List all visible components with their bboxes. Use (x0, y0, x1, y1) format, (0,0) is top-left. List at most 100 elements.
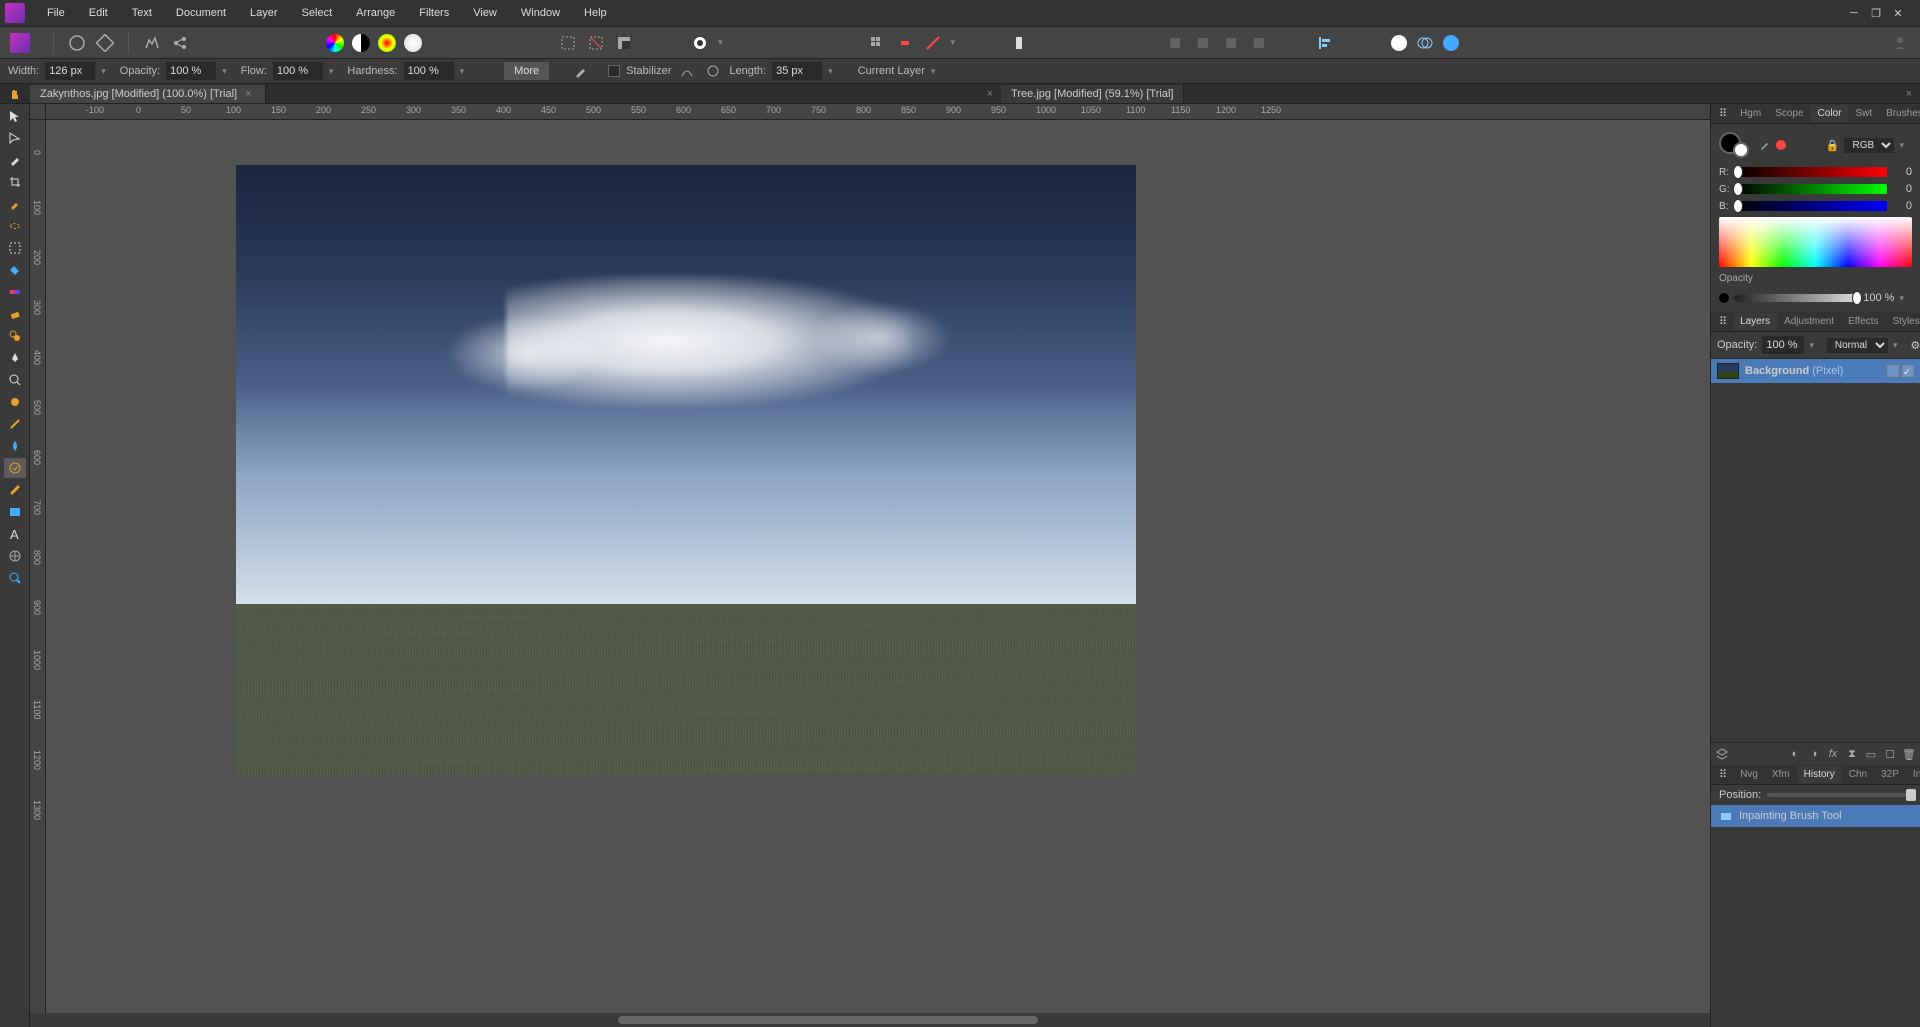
flood-fill-tool-icon[interactable] (4, 260, 26, 280)
liquify-persona-icon[interactable] (67, 33, 87, 53)
hardness-input[interactable] (404, 62, 454, 80)
tab-channels[interactable]: Chn (1842, 766, 1874, 783)
scrollbar-thumb[interactable] (618, 1016, 1038, 1024)
adjustment-layer-icon[interactable]: ◑ (1807, 747, 1821, 761)
hsl-adjustment-icon[interactable] (378, 34, 396, 52)
layer-stack-icon[interactable] (1715, 747, 1729, 761)
horizontal-ruler[interactable]: -100050 100150200 250300350 400450500 55… (46, 104, 1710, 120)
more-button[interactable]: More (504, 62, 549, 80)
dodge-tool-icon[interactable] (4, 392, 26, 412)
layer-visible-checkbox[interactable] (1902, 365, 1914, 377)
subtract-icon[interactable] (1443, 35, 1459, 51)
text-tool-icon[interactable]: A (4, 524, 26, 544)
chevron-down-icon[interactable]: ▾ (460, 66, 465, 77)
horizontal-scrollbar[interactable] (30, 1013, 1710, 1027)
align-left-icon[interactable] (1315, 33, 1335, 53)
menu-edit[interactable]: Edit (77, 1, 120, 25)
secondary-color-well[interactable] (1733, 142, 1749, 158)
chevron-down-icon[interactable]: ▾ (828, 66, 833, 77)
no-color-icon[interactable] (1776, 140, 1786, 150)
layer-fx-icon[interactable]: ⚙ (1910, 339, 1920, 352)
blend-mode-select[interactable]: Normal (1827, 338, 1888, 353)
ruler-origin[interactable] (30, 104, 46, 120)
menu-arrange[interactable]: Arrange (344, 1, 407, 25)
tab-layers[interactable]: Layers (1733, 313, 1777, 330)
selection-marquee-icon[interactable] (558, 33, 578, 53)
view-tool-icon[interactable] (4, 128, 26, 148)
rectangle-tool-icon[interactable] (4, 502, 26, 522)
target-dropdown[interactable]: Current Layer (858, 65, 925, 77)
b-slider[interactable] (1736, 201, 1887, 211)
grid-snap-icon[interactable] (867, 33, 887, 53)
stabilizer-mode-1-icon[interactable] (677, 61, 697, 81)
color-opacity-slider[interactable] (1734, 294, 1858, 302)
fx-layer-icon[interactable]: fx (1826, 747, 1840, 761)
intersect-icon[interactable] (1415, 33, 1435, 53)
tab-adjustment[interactable]: Adjustment (1777, 313, 1841, 330)
mesh-warp-tool-icon[interactable] (4, 546, 26, 566)
move-tool-icon[interactable] (4, 106, 26, 126)
maximize-button[interactable]: ❐ (1869, 6, 1883, 20)
selection-brush-tool-icon[interactable] (4, 216, 26, 236)
tab-histogram[interactable]: Hgm (1733, 105, 1768, 122)
brush-preset-icon[interactable] (571, 61, 591, 81)
chevron-down-icon[interactable]: ▾ (1899, 293, 1904, 304)
arrange-backward-icon[interactable] (1193, 33, 1213, 53)
assistant-icon[interactable] (1009, 33, 1029, 53)
lock-icon[interactable]: 🔒 (1826, 139, 1840, 152)
quick-mask-icon[interactable] (690, 33, 710, 53)
live-filter-icon[interactable]: ⧗ (1845, 747, 1859, 761)
eyedropper-icon[interactable] (1759, 139, 1771, 151)
document-tab-2[interactable]: Tree.jpg [Modified] (59.1%) [Trial] (1001, 85, 1184, 103)
layer-lock-checkbox[interactable] (1887, 365, 1899, 377)
erase-tool-icon[interactable] (4, 304, 26, 324)
selection-cancel-icon[interactable] (586, 33, 606, 53)
arrange-forward-icon[interactable] (1221, 33, 1241, 53)
tab-brushes[interactable]: Brushes (1879, 105, 1920, 122)
mask-layer-icon[interactable]: ◐ (1788, 747, 1802, 761)
healing-brush-tool-icon[interactable] (4, 480, 26, 500)
tab-close-icon[interactable]: × (1903, 88, 1915, 100)
menu-layer[interactable]: Layer (238, 1, 290, 25)
tab-history[interactable]: History (1797, 766, 1842, 783)
paint-brush-tool-icon[interactable] (4, 194, 26, 214)
tab-close-icon[interactable]: × (242, 88, 254, 100)
clone-tool-icon[interactable] (4, 326, 26, 346)
tab-info[interactable]: Info (1906, 766, 1920, 783)
tab-close-icon[interactable]: × (984, 88, 996, 100)
length-input[interactable] (772, 62, 822, 80)
canvas-viewport[interactable] (46, 120, 1710, 1013)
stabilizer-mode-2-icon[interactable] (703, 61, 723, 81)
stabilizer-checkbox[interactable] (608, 65, 620, 77)
gradient-tool-icon[interactable] (4, 282, 26, 302)
tab-effects[interactable]: Effects (1841, 313, 1885, 330)
hand-tool-icon[interactable] (5, 84, 25, 104)
chevron-down-icon[interactable]: ▾ (1809, 340, 1814, 351)
zoom-tool-icon[interactable] (4, 370, 26, 390)
persona-photo-icon[interactable] (10, 33, 30, 53)
menu-text[interactable]: Text (120, 1, 164, 25)
white-balance-icon[interactable] (404, 34, 422, 52)
canvas-image[interactable] (236, 165, 1136, 775)
chevron-down-icon[interactable]: ▾ (931, 66, 936, 77)
burn-tool-icon[interactable] (4, 414, 26, 434)
add-layer-button-icon[interactable]: ☐ (1883, 747, 1897, 761)
dropdown-chevron-icon[interactable]: ▾ (951, 37, 956, 48)
inpainting-brush-tool-icon[interactable] (4, 458, 26, 478)
tab-scope[interactable]: Scope (1768, 105, 1810, 122)
menu-filters[interactable]: Filters (407, 1, 461, 25)
close-button[interactable]: ✕ (1891, 6, 1905, 20)
history-item[interactable]: Inpainting Brush Tool (1711, 805, 1920, 827)
layer-opacity-input[interactable] (1762, 336, 1804, 354)
zoom-tool-2-icon[interactable] (4, 568, 26, 588)
tab-navigator[interactable]: Nvg (1733, 766, 1765, 783)
arrange-front-icon[interactable] (1249, 33, 1269, 53)
flow-input[interactable] (273, 62, 323, 80)
hue-saturation-picker[interactable] (1719, 217, 1912, 267)
menu-select[interactable]: Select (290, 1, 345, 25)
chevron-down-icon[interactable]: ▾ (1893, 340, 1898, 351)
document-tab-1[interactable]: Zakynthos.jpg [Modified] (100.0%) [Trial… (30, 85, 266, 103)
history-position-slider[interactable] (1767, 793, 1912, 797)
menu-window[interactable]: Window (509, 1, 572, 25)
minimize-button[interactable]: ─ (1847, 6, 1861, 20)
